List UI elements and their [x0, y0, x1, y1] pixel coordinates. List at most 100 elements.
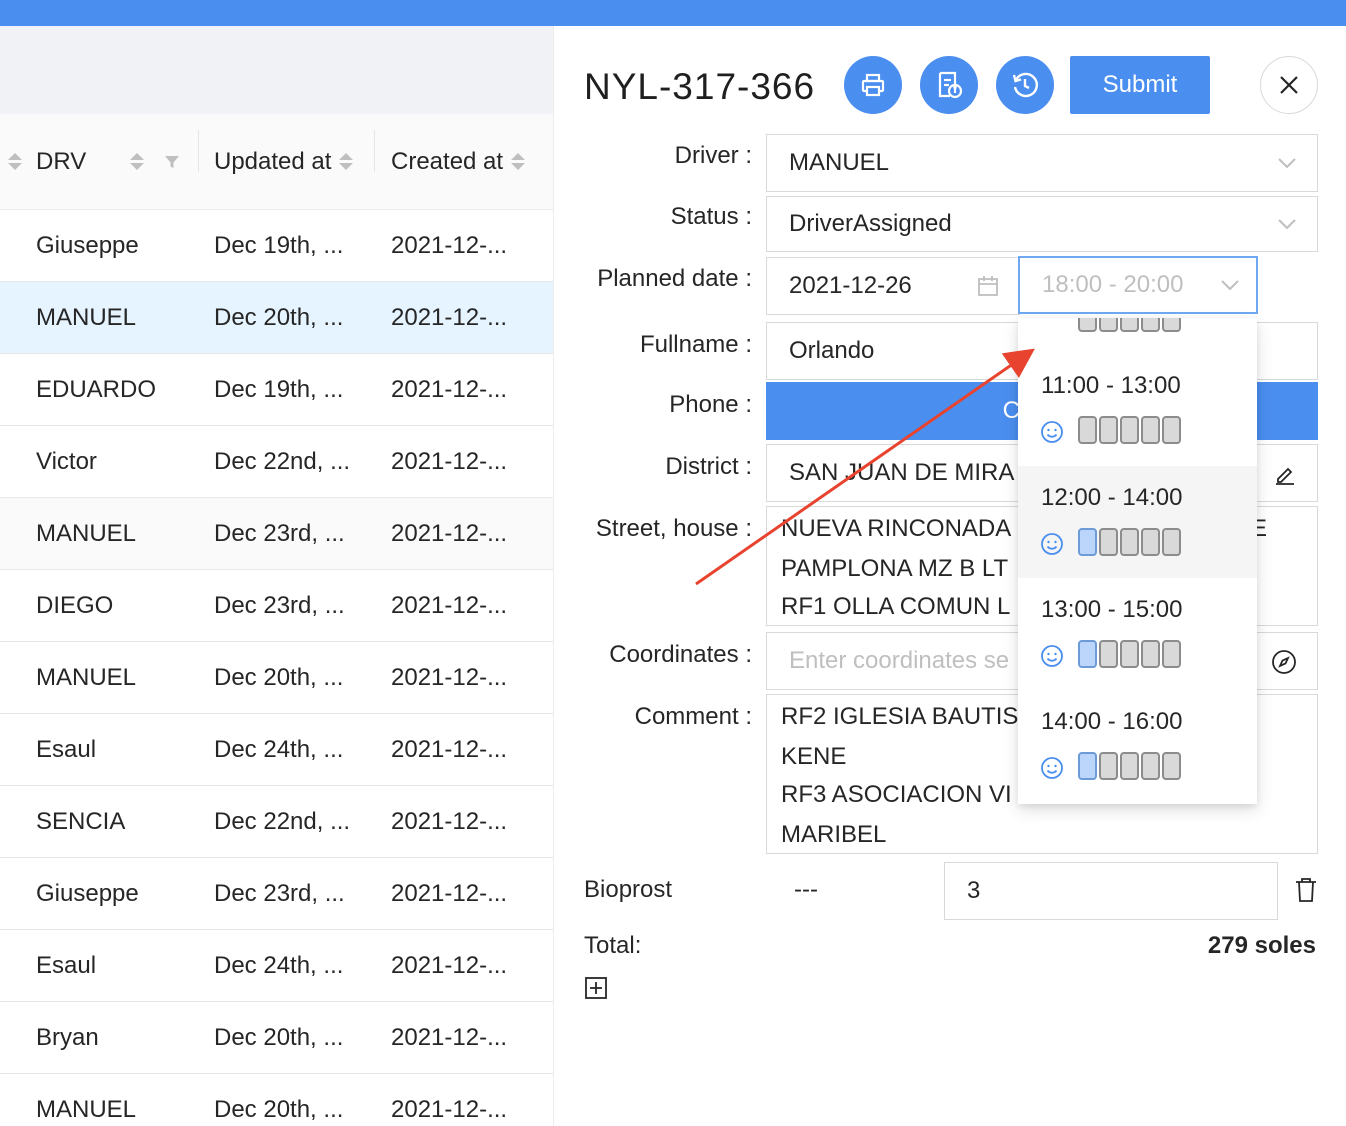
table-row[interactable]: Bryan Dec 20th, ... 2021-12-...	[0, 1002, 553, 1074]
partial-slot-indicator	[1078, 318, 1183, 332]
capacity-slots	[1078, 528, 1183, 556]
time-option-label: 13:00 - 15:00	[1041, 596, 1183, 623]
time-option[interactable]: 11:00 - 13:00	[1018, 354, 1257, 466]
table-row[interactable]: DIEGO Dec 23rd, ... 2021-12-...	[0, 570, 553, 642]
time-option[interactable]: 14:00 - 16:00	[1018, 690, 1257, 802]
coordinates-placeholder: Enter coordinates se	[789, 647, 1010, 674]
top-bar	[0, 0, 1346, 26]
cell-updated: Dec 20th, ...	[214, 303, 344, 331]
cell-updated: Dec 23rd, ...	[214, 519, 345, 547]
cell-updated: Dec 20th, ...	[214, 1023, 344, 1051]
table-row[interactable]: Esaul Dec 24th, ... 2021-12-...	[0, 930, 553, 1002]
cell-created: 2021-12-...	[391, 303, 508, 331]
trash-icon[interactable]	[1294, 877, 1318, 903]
cell-drv: MANUEL	[36, 663, 137, 691]
quantity-input[interactable]: 3	[944, 862, 1278, 920]
phone-label: Phone :	[669, 391, 752, 418]
driver-select[interactable]: MANUEL	[766, 134, 1318, 192]
cell-drv: Giuseppe	[36, 231, 139, 259]
capacity-slot	[1162, 640, 1181, 668]
compass-icon[interactable]	[1271, 649, 1297, 675]
fullname-label: Fullname :	[639, 331, 752, 358]
capacity-slot	[1099, 640, 1118, 668]
column-header-drv-label: DRV	[36, 147, 87, 175]
table-row[interactable]: SENCIA Dec 22nd, ... 2021-12-...	[0, 786, 553, 858]
submit-button[interactable]: Submit	[1070, 56, 1210, 114]
time-option[interactable]: 12:00 - 14:00	[1018, 466, 1257, 578]
capacity-slot	[1120, 416, 1139, 444]
cell-drv: EDUARDO	[36, 375, 157, 403]
table-row[interactable]: MANUEL Dec 20th, ... 2021-12-...	[0, 282, 553, 354]
cell-created: 2021-12-...	[391, 735, 508, 763]
sort-drv-icon[interactable]	[122, 114, 144, 209]
comment-line-2: KENE	[781, 743, 847, 770]
smile-icon	[1041, 645, 1063, 667]
time-range-dropdown: 11:00 - 13:00 12:00 - 14:00 13:00 - 15:00 1…	[1018, 318, 1257, 804]
table-body: Giuseppe Dec 19th, ... 2021-12-... MANUEL De…	[0, 210, 553, 1126]
table-row[interactable]: Victor Dec 22nd, ... 2021-12-...	[0, 426, 553, 498]
column-header-drv[interactable]: DRV	[36, 114, 86, 209]
capacity-slots	[1078, 640, 1183, 668]
cell-created: 2021-12-...	[391, 591, 508, 619]
cell-updated: Dec 19th, ...	[214, 375, 344, 403]
table-row[interactable]: MANUEL Dec 20th, ... 2021-12-...	[0, 1074, 553, 1126]
add-item-icon[interactable]	[584, 976, 608, 1000]
close-button[interactable]	[1260, 56, 1318, 114]
capacity-slot	[1099, 752, 1118, 780]
capacity-slot	[1078, 416, 1097, 444]
time-range-select[interactable]: 18:00 - 20:00	[1018, 256, 1258, 314]
planned-date-label: Planned date :	[597, 265, 752, 292]
sort-created-icon[interactable]	[511, 153, 526, 170]
edit-icon[interactable]	[1273, 462, 1297, 486]
cell-drv: SENCIA	[36, 807, 126, 835]
table-row[interactable]: Giuseppe Dec 19th, ... 2021-12-...	[0, 210, 553, 282]
quantity-value: 3	[967, 877, 981, 904]
comment-line-1: RF2 IGLESIA BAUTIS	[781, 703, 1019, 730]
filter-drv-icon[interactable]	[150, 114, 180, 209]
table-row[interactable]: EDUARDO Dec 19th, ... 2021-12-...	[0, 354, 553, 426]
status-select[interactable]: DriverAssigned	[766, 196, 1318, 252]
document-info-button[interactable]	[920, 56, 978, 114]
table-row[interactable]: MANUEL Dec 23rd, ... 2021-12-...	[0, 498, 553, 570]
capacity-slot	[1078, 528, 1097, 556]
table-toolbar-area	[0, 26, 553, 114]
table-row[interactable]: Giuseppe Dec 23rd, ... 2021-12-...	[0, 858, 553, 930]
cell-updated: Dec 22nd, ...	[214, 807, 351, 835]
column-header-created[interactable]: Created at	[391, 114, 526, 209]
comment-label: Comment :	[634, 703, 752, 730]
street-line-2: PAMPLONA MZ B LT	[781, 555, 1009, 582]
cell-updated: Dec 20th, ...	[214, 663, 344, 691]
time-option[interactable]: 13:00 - 15:00	[1018, 578, 1257, 690]
planned-date-picker[interactable]: 2021-12-26	[766, 257, 1020, 315]
smile-icon	[1041, 757, 1063, 779]
column-header-updated-label: Updated at	[214, 147, 332, 175]
cell-updated: Dec 20th, ...	[214, 1095, 344, 1123]
cell-drv: Esaul	[36, 735, 97, 763]
cell-created: 2021-12-...	[391, 375, 508, 403]
orders-table: DRV Updated at Created at Giuseppe Dec 19…	[0, 26, 553, 1126]
cell-drv: Victor	[36, 447, 97, 475]
cell-drv: Giuseppe	[36, 879, 139, 907]
close-icon	[1280, 76, 1298, 94]
order-title: NYL-317-366	[584, 66, 816, 107]
printer-icon	[861, 73, 885, 97]
sort-updated-icon[interactable]	[339, 153, 354, 170]
fullname-value: Orlando	[789, 337, 875, 364]
prev-column-sorter[interactable]	[8, 114, 22, 209]
column-header-updated[interactable]: Updated at	[214, 114, 354, 209]
time-option-label: 11:00 - 13:00	[1041, 372, 1181, 399]
table-row[interactable]: Esaul Dec 24th, ... 2021-12-...	[0, 714, 553, 786]
total-value: 279 soles	[1207, 932, 1316, 959]
cell-created: 2021-12-...	[391, 1095, 508, 1123]
calendar-icon	[978, 276, 998, 296]
product-name: Bioprost	[584, 876, 673, 903]
history-button[interactable]	[996, 56, 1054, 114]
product-price-placeholder: ---	[794, 876, 818, 903]
capacity-slot	[1141, 528, 1160, 556]
table-row[interactable]: MANUEL Dec 20th, ... 2021-12-...	[0, 642, 553, 714]
time-option-label: 14:00 - 16:00	[1041, 708, 1183, 735]
street-line-3: RF1 OLLA COMUN L	[781, 593, 1011, 620]
print-button[interactable]	[844, 56, 902, 114]
capacity-slot	[1162, 528, 1181, 556]
cell-drv: MANUEL	[36, 1095, 137, 1123]
